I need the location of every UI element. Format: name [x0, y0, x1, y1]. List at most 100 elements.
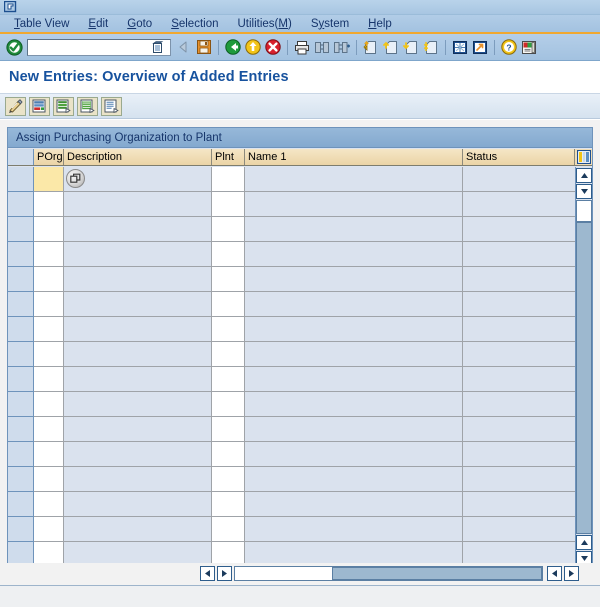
- cell-plnt[interactable]: [212, 367, 245, 391]
- cell-plnt[interactable]: [212, 467, 245, 491]
- cell-description[interactable]: [64, 242, 212, 266]
- create-session-icon[interactable]: [450, 37, 470, 57]
- cell-plnt[interactable]: [212, 192, 245, 216]
- column-header-select[interactable]: [8, 149, 34, 165]
- table-row[interactable]: [8, 367, 592, 392]
- find-next-icon[interactable]: [332, 37, 352, 57]
- cell-porg[interactable]: [34, 442, 64, 466]
- cell-name1[interactable]: [245, 367, 463, 391]
- cell-porg[interactable]: [34, 392, 64, 416]
- cell-porg[interactable]: [34, 342, 64, 366]
- cell-status[interactable]: [463, 267, 575, 291]
- row-selector[interactable]: [8, 317, 34, 342]
- table-row[interactable]: [8, 267, 592, 292]
- back-triangle-icon[interactable]: [174, 37, 194, 57]
- back-green-icon[interactable]: [223, 37, 243, 57]
- cell-name1[interactable]: [245, 492, 463, 516]
- menu-selection[interactable]: Selection: [171, 18, 218, 30]
- cell-porg[interactable]: [34, 467, 64, 491]
- table-row[interactable]: [8, 217, 592, 242]
- cell-status[interactable]: [463, 342, 575, 366]
- row-selector[interactable]: [8, 492, 34, 517]
- cell-name1[interactable]: [245, 217, 463, 241]
- command-input[interactable]: [28, 39, 150, 55]
- cell-plnt[interactable]: [212, 267, 245, 291]
- vertical-scrollbar[interactable]: [575, 167, 592, 576]
- cell-name1[interactable]: [245, 192, 463, 216]
- row-selector[interactable]: [8, 292, 34, 317]
- cell-plnt[interactable]: [212, 492, 245, 516]
- row-selector[interactable]: [8, 392, 34, 417]
- column-header-description[interactable]: Description: [64, 149, 212, 165]
- cell-porg[interactable]: [34, 417, 64, 441]
- table-row[interactable]: [8, 442, 592, 467]
- value-help-icon[interactable]: [66, 169, 85, 188]
- table-row[interactable]: [8, 392, 592, 417]
- horizontal-scroll-track[interactable]: [234, 565, 543, 581]
- cell-plnt[interactable]: [212, 242, 245, 266]
- column-header-plnt[interactable]: Plnt: [212, 149, 245, 165]
- cell-description[interactable]: [64, 292, 212, 316]
- cell-status[interactable]: [463, 442, 575, 466]
- row-selector[interactable]: [8, 517, 34, 542]
- vertical-scroll-thumb[interactable]: [576, 222, 592, 534]
- menu-table-view[interactable]: Table View: [14, 18, 69, 30]
- table-row[interactable]: [8, 417, 592, 442]
- first-page-icon[interactable]: [361, 37, 381, 57]
- cell-status[interactable]: [463, 417, 575, 441]
- variable-list-icon[interactable]: [101, 96, 122, 116]
- cell-status[interactable]: [463, 167, 575, 191]
- cell-status[interactable]: [463, 492, 575, 516]
- help-icon[interactable]: ?: [499, 37, 519, 57]
- menu-system[interactable]: System: [311, 18, 349, 30]
- cell-name1[interactable]: [245, 242, 463, 266]
- cell-porg[interactable]: [34, 192, 64, 216]
- table-settings-icon[interactable]: [575, 149, 592, 165]
- cell-status[interactable]: [463, 292, 575, 316]
- row-selector[interactable]: [8, 442, 34, 467]
- save-icon[interactable]: [194, 37, 214, 57]
- table-row[interactable]: [8, 492, 592, 517]
- table-row[interactable]: [8, 192, 592, 217]
- cell-plnt[interactable]: [212, 292, 245, 316]
- scroll-up-button-bottom[interactable]: [576, 535, 592, 550]
- cell-status[interactable]: [463, 242, 575, 266]
- table-row[interactable]: [8, 292, 592, 317]
- cell-porg[interactable]: [34, 217, 64, 241]
- cell-plnt[interactable]: [212, 217, 245, 241]
- command-field-wrapper[interactable]: [27, 38, 171, 56]
- print-icon[interactable]: [292, 37, 312, 57]
- cell-porg[interactable]: [34, 517, 64, 541]
- column-header-status[interactable]: Status: [463, 149, 575, 165]
- cell-status[interactable]: [463, 367, 575, 391]
- cell-porg[interactable]: [34, 492, 64, 516]
- cell-description[interactable]: [64, 517, 212, 541]
- exit-yellow-icon[interactable]: [243, 37, 263, 57]
- cell-name1[interactable]: [245, 392, 463, 416]
- cell-plnt[interactable]: [212, 517, 245, 541]
- row-selector[interactable]: [8, 417, 34, 442]
- cell-plnt[interactable]: [212, 167, 245, 191]
- table-row[interactable]: [8, 167, 592, 192]
- cell-name1[interactable]: [245, 517, 463, 541]
- cell-name1[interactable]: [245, 342, 463, 366]
- menu-utilities[interactable]: Utilities(M): [238, 18, 292, 30]
- menu-goto[interactable]: Goto: [127, 18, 152, 30]
- cell-plnt[interactable]: [212, 417, 245, 441]
- cell-description[interactable]: [64, 392, 212, 416]
- row-selector[interactable]: [8, 367, 34, 392]
- horizontal-scrollbar[interactable]: [7, 563, 593, 583]
- last-page-icon[interactable]: [421, 37, 441, 57]
- cell-plnt[interactable]: [212, 317, 245, 341]
- previous-page-icon[interactable]: [381, 37, 401, 57]
- cell-porg[interactable]: [34, 317, 64, 341]
- cell-status[interactable]: [463, 217, 575, 241]
- scroll-down-button[interactable]: [576, 184, 592, 199]
- cell-description[interactable]: [64, 167, 212, 191]
- cell-description[interactable]: [64, 192, 212, 216]
- find-icon[interactable]: [312, 37, 332, 57]
- cell-name1[interactable]: [245, 467, 463, 491]
- cell-description[interactable]: [64, 317, 212, 341]
- scroll-left-button[interactable]: [200, 565, 215, 581]
- command-history-icon[interactable]: [150, 40, 166, 55]
